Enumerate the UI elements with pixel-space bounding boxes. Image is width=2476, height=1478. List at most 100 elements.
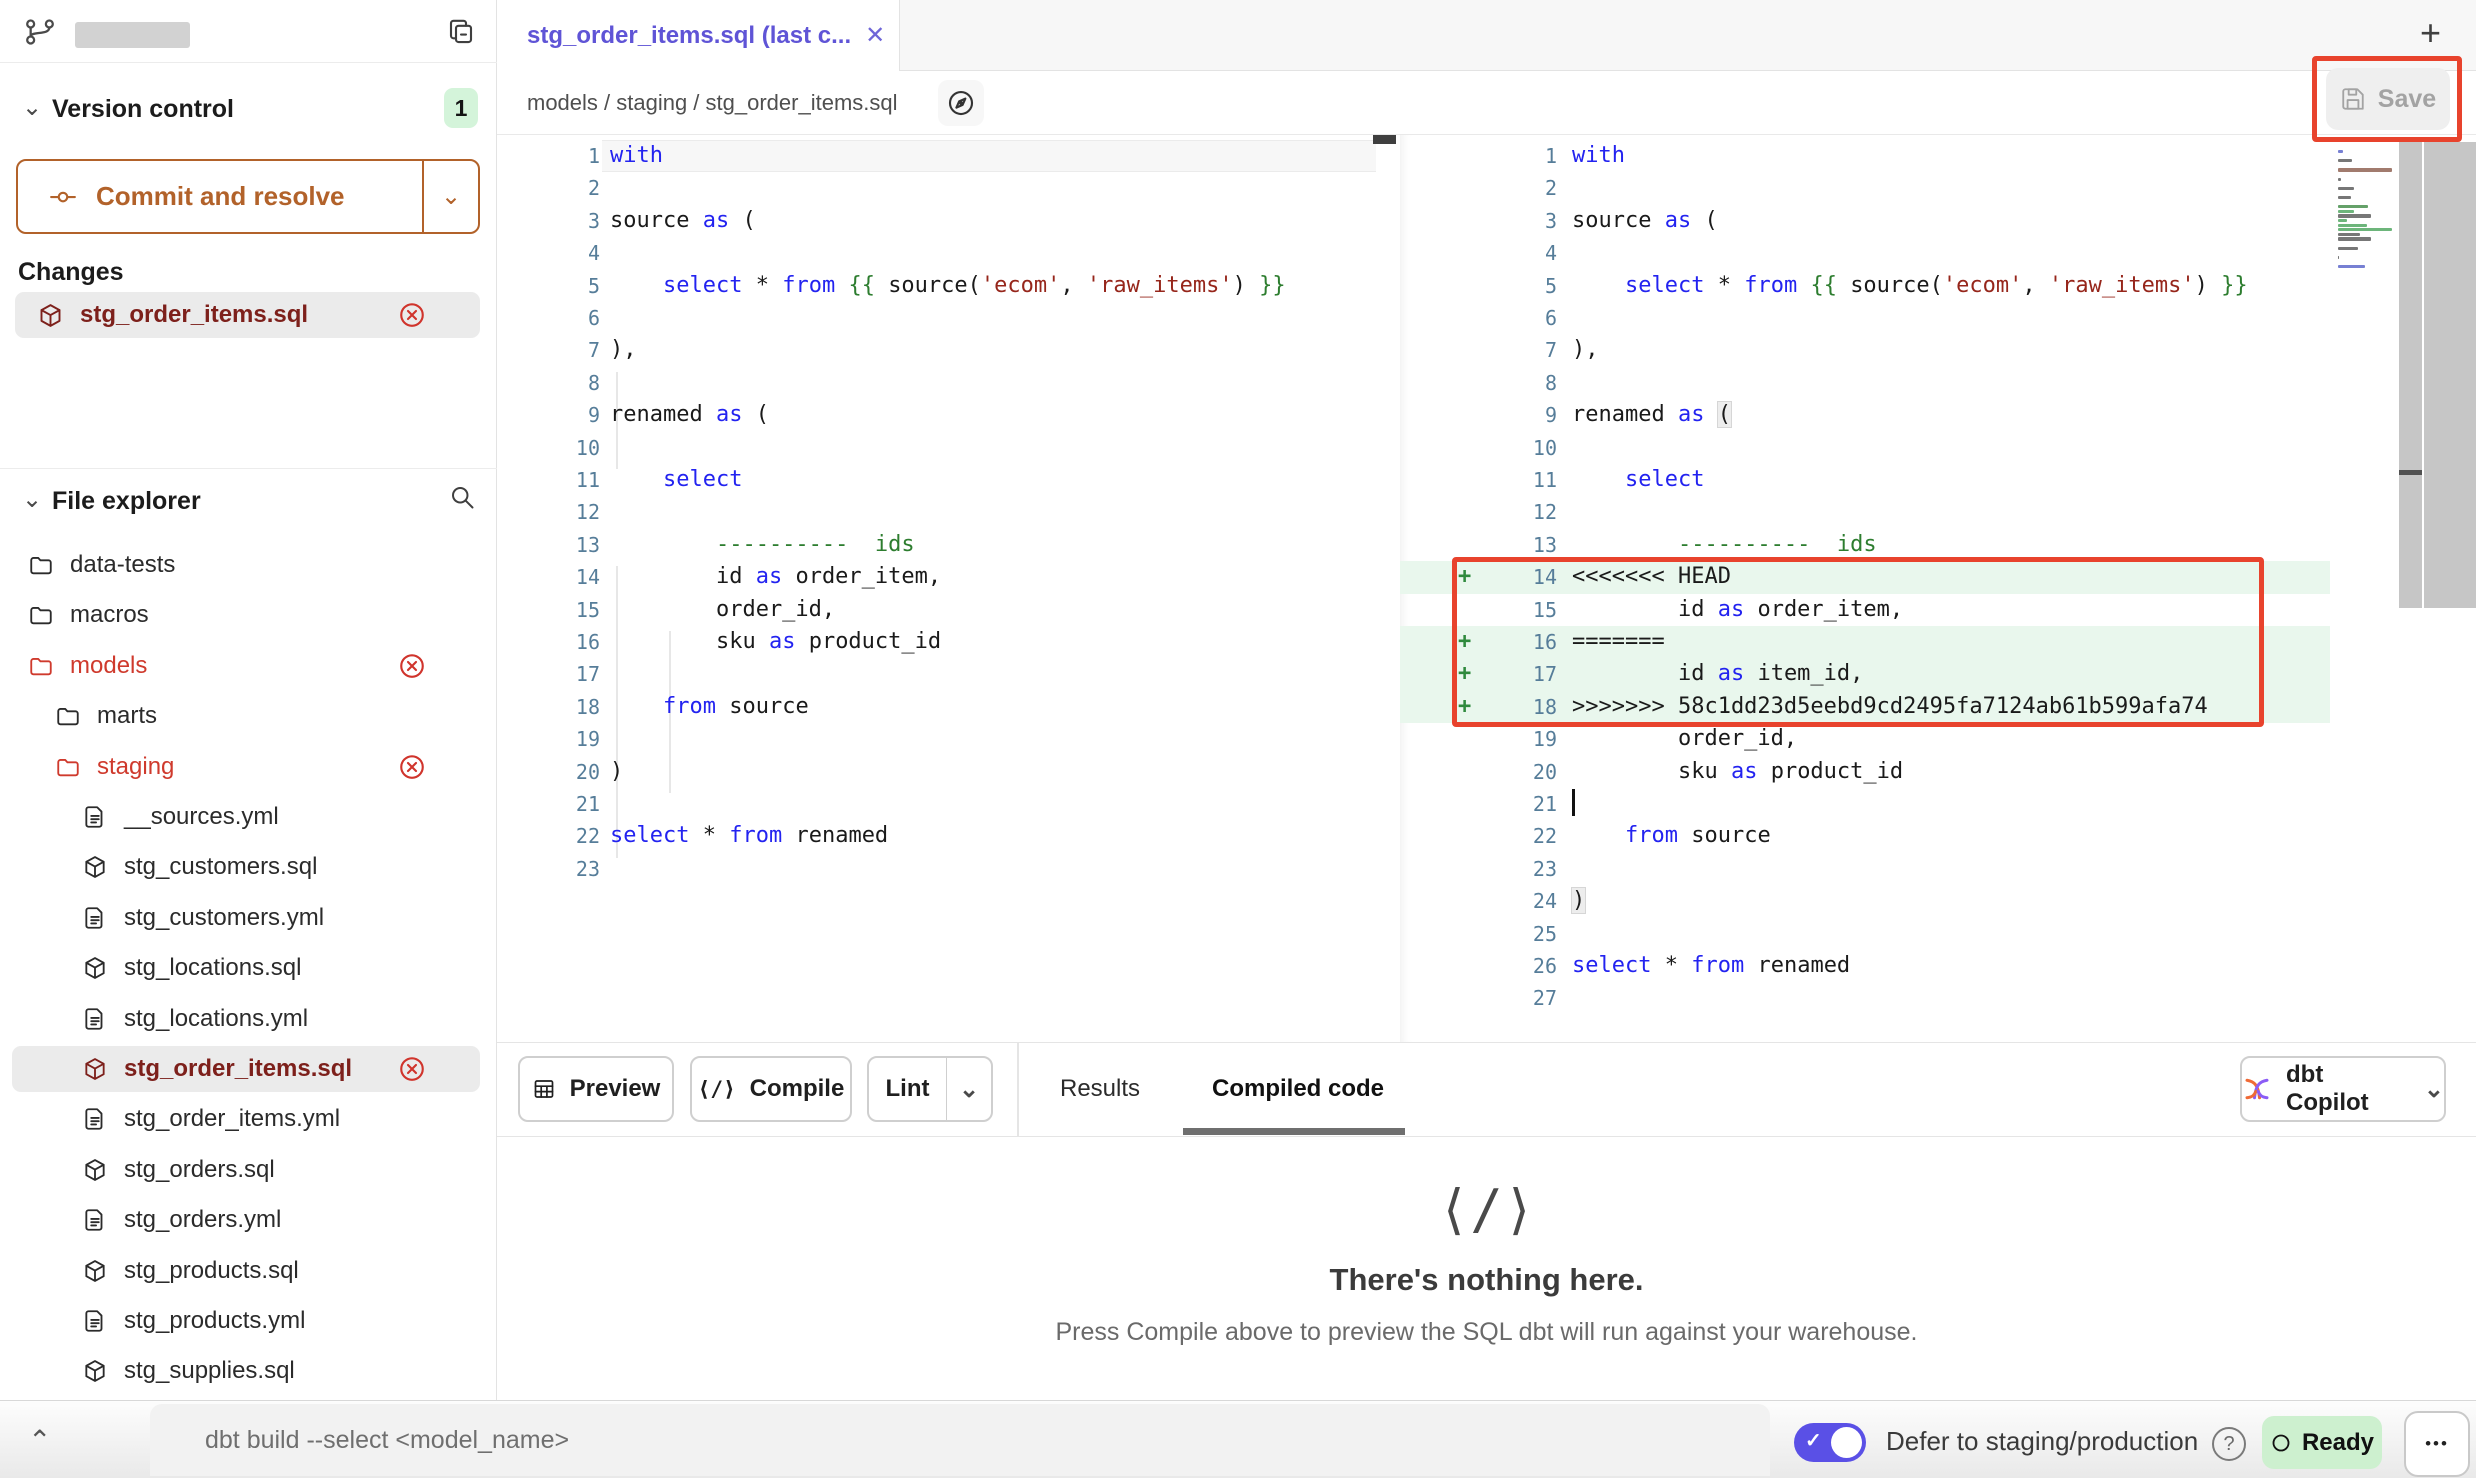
code-line[interactable]: 2: [1400, 172, 2330, 204]
code-line[interactable]: 22 from source: [1400, 820, 2330, 852]
file-tree-item-stg_supplies.sql[interactable]: stg_supplies.sql: [12, 1348, 480, 1394]
code-line[interactable]: 14 id as order_item,: [497, 561, 1400, 593]
more-options-button[interactable]: •••: [2404, 1411, 2470, 1477]
conflict-icon[interactable]: [397, 651, 427, 681]
page-scrollbar[interactable]: [2424, 142, 2476, 608]
changed-file-row[interactable]: stg_order_items.sql: [15, 292, 480, 338]
file-tree-item-stg_orders.sql[interactable]: stg_orders.sql: [12, 1147, 480, 1193]
code-line[interactable]: 16 sku as product_id: [497, 626, 1400, 658]
file-tree-item-__sources.yml[interactable]: __sources.yml: [12, 794, 480, 840]
code-line[interactable]: 12: [497, 496, 1400, 528]
conflict-icon[interactable]: [397, 300, 427, 330]
code-line[interactable]: 12: [1400, 496, 2330, 528]
copy-icon[interactable]: [446, 17, 476, 47]
code-line[interactable]: 5 select * from {{ source('ecom', 'raw_i…: [1400, 270, 2330, 302]
code-line[interactable]: 13 ---------- ids: [497, 529, 1400, 561]
code-line[interactable]: 23: [1400, 853, 2330, 885]
code-line[interactable]: 19 order_id,: [1400, 723, 2330, 755]
code-line[interactable]: +16=======: [1400, 626, 2330, 658]
minimap[interactable]: [2330, 135, 2397, 1042]
file-tree-item-stg_customers.yml[interactable]: stg_customers.yml: [12, 895, 480, 941]
code-line[interactable]: 3source as (: [1400, 205, 2330, 237]
file-tree-item-stg_locations.sql[interactable]: stg_locations.sql: [12, 945, 480, 991]
file-tree-item-marts[interactable]: marts: [12, 693, 480, 739]
file-tree-item-stg_locations.yml[interactable]: stg_locations.yml: [12, 996, 480, 1042]
search-icon[interactable]: [448, 483, 476, 511]
code-line[interactable]: 23: [497, 853, 1400, 885]
code-line[interactable]: 1with: [1400, 140, 2330, 172]
code-line[interactable]: 11 select: [1400, 464, 2330, 496]
code-line[interactable]: 1with: [497, 140, 1400, 172]
code-line[interactable]: 15 order_id,: [497, 594, 1400, 626]
code-line[interactable]: 5 select * from {{ source('ecom', 'raw_i…: [497, 270, 1400, 302]
code-line[interactable]: 25: [1400, 918, 2330, 950]
code-line[interactable]: 15 id as order_item,: [1400, 594, 2330, 626]
code-line[interactable]: +14<<<<<<< HEAD: [1400, 561, 2330, 593]
chevron-down-icon[interactable]: ⌄: [22, 93, 42, 122]
file-tree-item-stg_products.yml[interactable]: stg_products.yml: [12, 1298, 480, 1344]
tab-compiled-code[interactable]: Compiled code: [1212, 1056, 1384, 1122]
tab-stg-order-items[interactable]: stg_order_items.sql (last c... ✕: [497, 0, 900, 71]
tab-results[interactable]: Results: [1060, 1056, 1140, 1122]
file-tree-item-models[interactable]: models: [12, 643, 480, 689]
code-line[interactable]: 3source as (: [497, 205, 1400, 237]
commit-dropdown-button[interactable]: ⌄: [422, 161, 478, 232]
code-line[interactable]: 13 ---------- ids: [1400, 529, 2330, 561]
code-line[interactable]: 4: [497, 237, 1400, 269]
file-tree-item-stg_products.sql[interactable]: stg_products.sql: [12, 1248, 480, 1294]
code-line[interactable]: 27: [1400, 982, 2330, 1014]
help-icon[interactable]: ?: [2212, 1427, 2246, 1461]
code-line[interactable]: 11 select: [497, 464, 1400, 496]
collapse-icon[interactable]: ⌃: [28, 1424, 51, 1457]
preview-button[interactable]: Preview: [518, 1056, 674, 1122]
file-tree-item-staging[interactable]: staging: [12, 744, 480, 790]
code-line[interactable]: 17: [497, 658, 1400, 690]
editor-scrollbar[interactable]: [2399, 142, 2422, 608]
code-line[interactable]: 18 from source: [497, 691, 1400, 723]
file-tree-item-stg_order_items.yml[interactable]: stg_order_items.yml: [12, 1096, 480, 1142]
command-input[interactable]: dbt build --select <model_name>: [150, 1404, 1770, 1476]
code-line[interactable]: +18>>>>>>> 58c1dd23d5eebd9cd2495fa7124ab…: [1400, 691, 2330, 723]
code-line[interactable]: 26select * from renamed: [1400, 950, 2330, 982]
new-tab-icon[interactable]: +: [2420, 12, 2441, 54]
code-line[interactable]: +17 id as item_id,: [1400, 658, 2330, 690]
code-line[interactable]: 8: [1400, 367, 2330, 399]
code-line[interactable]: 6: [1400, 302, 2330, 334]
save-button[interactable]: Save: [2326, 68, 2450, 130]
chevron-down-icon[interactable]: ⌄: [22, 485, 42, 514]
code-line[interactable]: 8: [497, 367, 1400, 399]
defer-toggle[interactable]: ✓: [1794, 1423, 1866, 1462]
code-line[interactable]: 24): [1400, 885, 2330, 917]
code-line[interactable]: 6: [497, 302, 1400, 334]
compass-icon[interactable]: [938, 80, 984, 126]
code-line[interactable]: 20 sku as product_id: [1400, 756, 2330, 788]
conflict-icon[interactable]: [397, 1054, 427, 1084]
code-line[interactable]: 22select * from renamed: [497, 820, 1400, 852]
file-tree-item-macros[interactable]: macros: [12, 592, 480, 638]
tab-close-icon[interactable]: ✕: [865, 21, 885, 50]
lint-button[interactable]: Lint ⌄: [867, 1056, 993, 1122]
code-line[interactable]: 7),: [1400, 334, 2330, 366]
code-line[interactable]: 9renamed as (: [1400, 399, 2330, 431]
editor-pane-original[interactable]: 1with23source as (45 select * from {{ so…: [497, 135, 1400, 1042]
file-tree-item-data-tests[interactable]: data-tests: [12, 542, 480, 588]
code-line[interactable]: 10: [497, 432, 1400, 464]
commit-and-resolve-button[interactable]: Commit and resolve ⌄: [16, 159, 480, 234]
compile-button[interactable]: ⟨/⟩ Compile: [690, 1056, 852, 1122]
code-line[interactable]: 19: [497, 723, 1400, 755]
code-line[interactable]: 21: [1400, 788, 2330, 820]
editor-pane-conflicted[interactable]: 1with23source as (45 select * from {{ so…: [1400, 135, 2330, 1042]
file-tree-item-stg_customers.sql[interactable]: stg_customers.sql: [12, 844, 480, 890]
lint-dropdown-button[interactable]: ⌄: [946, 1058, 991, 1120]
code-line[interactable]: 21: [497, 788, 1400, 820]
code-line[interactable]: 4: [1400, 237, 2330, 269]
code-line[interactable]: 10: [1400, 432, 2330, 464]
code-line[interactable]: 7),: [497, 334, 1400, 366]
conflict-icon[interactable]: [397, 752, 427, 782]
file-tree-item-stg_orders.yml[interactable]: stg_orders.yml: [12, 1197, 480, 1243]
dbt-copilot-button[interactable]: dbt Copilot ⌄: [2240, 1056, 2446, 1122]
code-line[interactable]: 2: [497, 172, 1400, 204]
file-tree-item-stg_order_items.sql[interactable]: stg_order_items.sql: [12, 1046, 480, 1092]
code-line[interactable]: 9renamed as (: [497, 399, 1400, 431]
code-line[interactable]: 20): [497, 756, 1400, 788]
